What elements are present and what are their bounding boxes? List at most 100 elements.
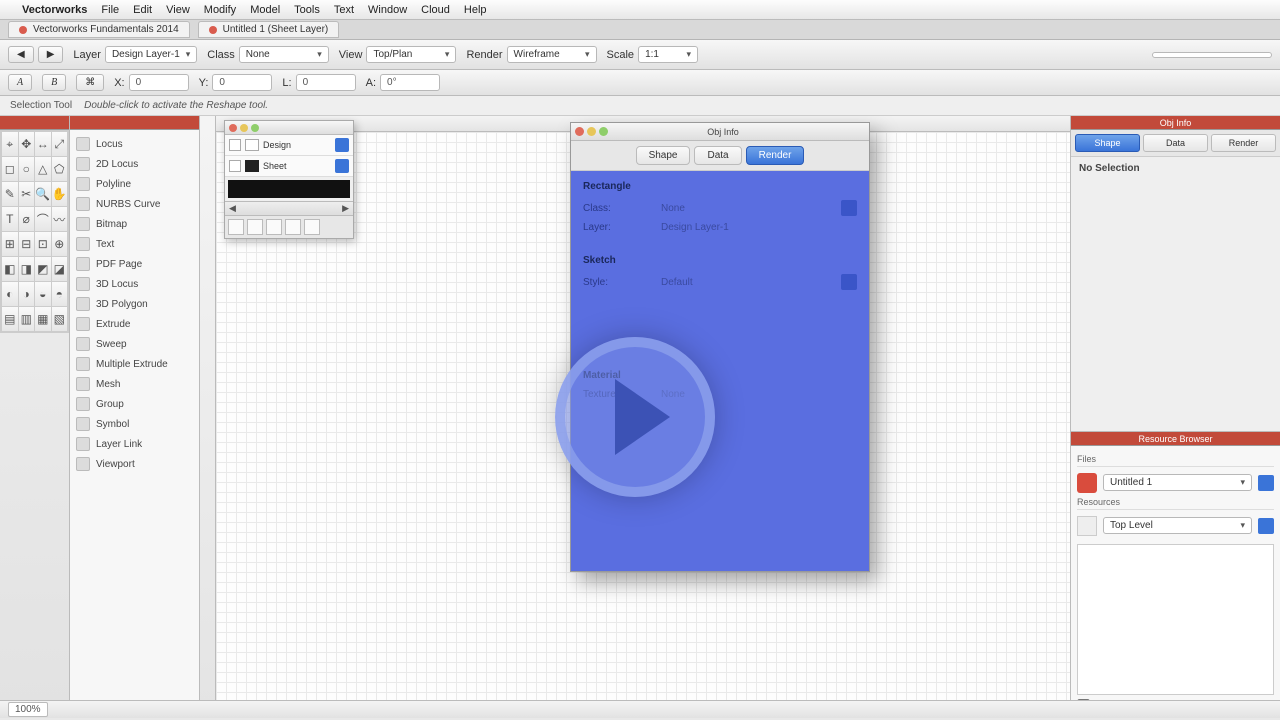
resource-level-row[interactable]: Top Level <box>1077 514 1274 538</box>
tool-button[interactable]: ◩ <box>35 257 51 281</box>
tool-button[interactable]: ◐ <box>2 282 18 306</box>
resource-list[interactable] <box>1077 544 1274 695</box>
snap-button[interactable]: ⌘ <box>76 74 104 91</box>
tool-button[interactable]: ⌖ <box>2 132 18 156</box>
menu-window[interactable]: Window <box>368 4 407 16</box>
layer-options-icon[interactable] <box>335 159 349 173</box>
options-icon[interactable] <box>1258 475 1274 491</box>
scale-dropdown[interactable]: 1:1 <box>638 46 698 63</box>
tool-button[interactable]: 🔍 <box>35 182 51 206</box>
menu-text[interactable]: Text <box>334 4 354 16</box>
tool-button[interactable]: △ <box>35 157 51 181</box>
window-titlebar[interactable]: Obj Info <box>571 123 869 141</box>
tab-data[interactable]: Data <box>694 146 741 165</box>
render-dropdown[interactable]: Wireframe <box>507 46 597 63</box>
field-value[interactable]: Design Layer-1 <box>661 222 857 233</box>
object-type-item[interactable]: Symbol <box>72 414 197 434</box>
object-type-item[interactable]: Sweep <box>72 334 197 354</box>
tab-shape[interactable]: Shape <box>1075 134 1140 152</box>
tool-button[interactable]: ✥ <box>19 132 35 156</box>
dropdown-icon[interactable] <box>841 274 857 290</box>
tool-button[interactable]: ✋ <box>52 182 68 206</box>
palette-titlebar[interactable] <box>225 121 353 135</box>
tool-button[interactable]: ⊟ <box>19 232 35 256</box>
resource-level-dropdown[interactable]: Top Level <box>1103 517 1252 534</box>
tool-button[interactable]: ◨ <box>19 257 35 281</box>
coord-l-field[interactable]: 0 <box>296 74 356 91</box>
tool-button[interactable]: ◒ <box>35 282 51 306</box>
zoom-field[interactable]: 100% <box>8 702 48 717</box>
tool-button[interactable]: ◧ <box>2 257 18 281</box>
object-type-item[interactable]: NURBS Curve <box>72 194 197 214</box>
search-input[interactable] <box>1152 52 1272 58</box>
object-info-titlebar[interactable]: Obj Info <box>1071 116 1280 130</box>
object-type-item[interactable]: Group <box>72 394 197 414</box>
object-type-item[interactable]: Layer Link <box>72 434 197 454</box>
tool-button[interactable]: ◻ <box>2 157 18 181</box>
tool-button[interactable]: ▥ <box>19 307 35 331</box>
mini-tool[interactable] <box>247 219 263 235</box>
field-value[interactable]: Default <box>661 277 833 288</box>
tool-button[interactable]: ⊕ <box>52 232 68 256</box>
menu-modify[interactable]: Modify <box>204 4 236 16</box>
resource-browser-titlebar[interactable]: Resource Browser <box>1071 432 1280 446</box>
mini-tool[interactable] <box>266 219 282 235</box>
object-type-item[interactable]: Polyline <box>72 174 197 194</box>
tool-button[interactable]: ◑ <box>19 282 35 306</box>
menu-tools[interactable]: Tools <box>294 4 320 16</box>
options-icon[interactable] <box>1258 518 1274 534</box>
close-icon[interactable] <box>19 26 27 34</box>
tool-button[interactable]: ◓ <box>52 282 68 306</box>
object-type-item[interactable]: Bitmap <box>72 214 197 234</box>
zoom-icon[interactable] <box>599 127 608 136</box>
tool-button[interactable]: ⬠ <box>52 157 68 181</box>
object-type-item[interactable]: 3D Polygon <box>72 294 197 314</box>
mode-a-button[interactable]: A <box>8 74 32 91</box>
prev-icon[interactable]: ◀ <box>229 203 236 214</box>
object-type-item[interactable]: PDF Page <box>72 254 197 274</box>
object-type-item[interactable]: Viewport <box>72 454 197 474</box>
resource-file-dropdown[interactable]: Untitled 1 <box>1103 474 1252 491</box>
menu-model[interactable]: Model <box>250 4 280 16</box>
close-icon[interactable] <box>209 26 217 34</box>
tab-data[interactable]: Data <box>1143 134 1208 152</box>
layer-options-icon[interactable] <box>335 138 349 152</box>
menu-edit[interactable]: Edit <box>133 4 152 16</box>
object-type-item[interactable]: Multiple Extrude <box>72 354 197 374</box>
object-type-item[interactable]: Extrude <box>72 314 197 334</box>
tool-button[interactable]: ▧ <box>52 307 68 331</box>
tool-button[interactable]: ○ <box>19 157 35 181</box>
nav-forward-button[interactable]: ▶ <box>38 46 64 63</box>
play-button-overlay[interactable] <box>555 337 715 497</box>
mini-tool[interactable] <box>228 219 244 235</box>
canvas[interactable]: Design Sheet ◀ ▶ <box>200 116 1070 718</box>
tool-button[interactable]: 〰 <box>52 207 68 231</box>
zoom-icon[interactable] <box>251 124 259 132</box>
coord-a-field[interactable]: 0° <box>380 74 440 91</box>
menu-view[interactable]: View <box>166 4 190 16</box>
layer-row[interactable]: Design <box>225 135 353 156</box>
tool-button[interactable]: ▦ <box>35 307 51 331</box>
tool-button[interactable]: ◪ <box>52 257 68 281</box>
mode-b-button[interactable]: B <box>42 74 66 91</box>
close-icon[interactable] <box>575 127 584 136</box>
object-type-item[interactable]: Text <box>72 234 197 254</box>
document-tab-2[interactable]: Untitled 1 (Sheet Layer) <box>198 21 340 38</box>
object-type-item[interactable]: Mesh <box>72 374 197 394</box>
tool-button[interactable]: ⊡ <box>35 232 51 256</box>
object-type-item[interactable]: 3D Locus <box>72 274 197 294</box>
tab-render[interactable]: Render <box>746 146 805 165</box>
object-type-item[interactable]: Locus <box>72 134 197 154</box>
tool-button[interactable]: ⌒ <box>35 207 51 231</box>
class-dropdown[interactable]: None <box>239 46 329 63</box>
color-swatch-strip[interactable] <box>228 180 350 198</box>
view-dropdown[interactable]: Top/Plan <box>366 46 456 63</box>
menu-app[interactable]: Vectorworks <box>22 4 87 16</box>
mini-tool[interactable] <box>285 219 301 235</box>
document-tab-1[interactable]: Vectorworks Fundamentals 2014 <box>8 21 190 38</box>
tool-button[interactable]: ▤ <box>2 307 18 331</box>
close-icon[interactable] <box>229 124 237 132</box>
menu-cloud[interactable]: Cloud <box>421 4 450 16</box>
tab-shape[interactable]: Shape <box>636 146 691 165</box>
visibility-icon[interactable] <box>229 160 241 172</box>
